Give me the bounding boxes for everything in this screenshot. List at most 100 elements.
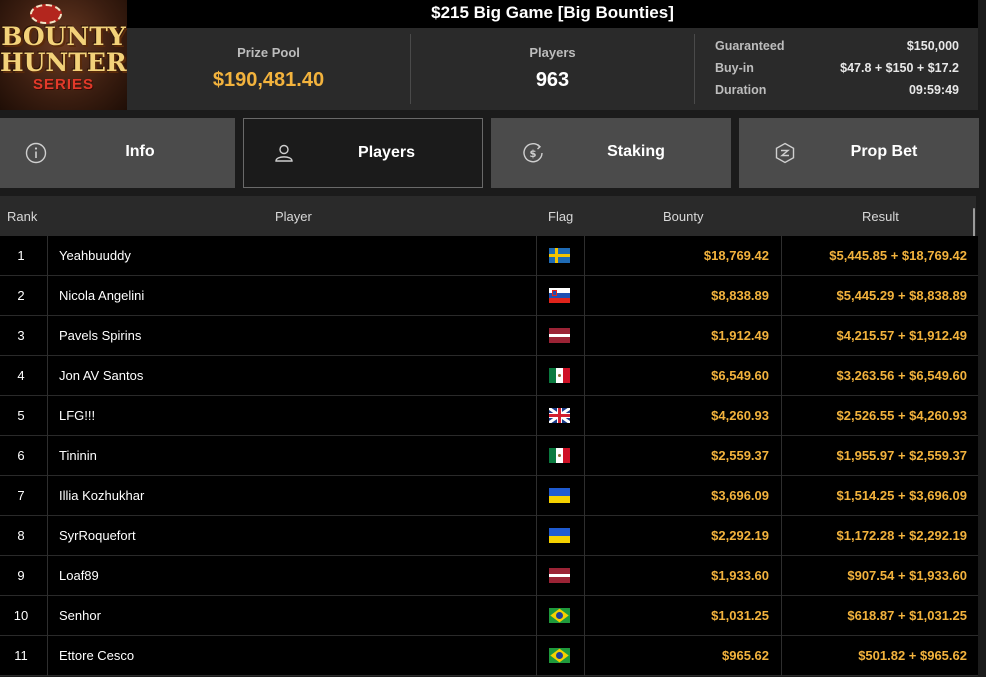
player-name[interactable]: Senhor [59,596,101,636]
column-divider [584,276,585,316]
tournament-header: BOUNTY HUNTERS SERIES $215 Big Game [Big… [0,0,986,110]
rank-cell: 2 [0,276,47,316]
tab-info-label: Info [125,143,155,160]
column-divider [47,396,48,436]
player-name[interactable]: Nicola Angelini [59,276,144,316]
prize-pool-value: $190,481.40 [212,69,325,91]
svg-text:$: $ [530,149,537,160]
player-name[interactable]: Pavels Spirins [59,316,141,356]
detail-key: Buy-in [715,61,754,75]
table-row[interactable]: 1 Yeahbuuddy $18,769.42 $5,445.85 + $18,769… [0,236,978,276]
rank-value: 9 [17,568,25,583]
column-divider [584,556,585,596]
player-name[interactable]: Loaf89 [59,556,99,596]
player-name[interactable]: Illia Kozhukhar [59,476,144,516]
flag-cell [537,236,584,276]
united-kingdom-flag-icon [549,408,570,423]
table-row[interactable]: 8 SyrRoquefort $2,292.19 $1,172.28 + $2,292… [0,516,978,556]
table-row[interactable]: 5 LFG!!! $4,260.93 $2,526.55 + $4,260.93 [0,396,978,436]
column-divider [47,516,48,556]
table-row[interactable]: 6 Tininin $2,559.37 $1,955.97 + $2,559.37 [0,436,978,476]
column-player[interactable]: Player [275,209,312,224]
table-row[interactable]: 10 Senhor $1,031.25 $618.87 + $1,031.25 [0,596,978,636]
detail-value: $47.8 + $150 + $17.2 [840,61,959,75]
column-divider [47,476,48,516]
result-value: $1,955.97 + $2,559.37 [836,448,967,463]
column-divider [47,636,48,676]
logo-line-1: BOUNTY [1,22,126,51]
bounty-value: $1,031.25 [711,608,769,623]
column-divider [584,436,585,476]
column-rank[interactable]: Rank [7,209,37,224]
detail-key: Guaranteed [715,39,785,53]
rank-cell: 5 [0,396,47,436]
flag-cell [537,396,584,436]
table-row[interactable]: 7 Illia Kozhukhar $3,696.09 $1,514.25 + $3,… [0,476,978,516]
stats-panel: Prize Pool $190,481.40 Players 963 Guara… [127,28,978,110]
flag-cell [537,356,584,396]
column-divider [584,316,585,356]
rank-value: 2 [17,288,25,303]
player-name[interactable]: Ettore Cesco [59,636,134,676]
tournament-details: Guaranteed $150,000 Buy-in $47.8 + $150 … [695,28,978,110]
player-name[interactable]: Tininin [59,436,97,476]
players-label: Players [529,45,576,60]
table-row[interactable]: 3 Pavels Spirins $1,912.49 $4,215.57 + $1,9… [0,316,978,356]
player-name[interactable]: Jon AV Santos [59,356,143,396]
rank-value: 4 [17,368,25,383]
prize-pool-stat: Prize Pool $190,481.40 [127,28,410,110]
players-stat: Players 963 [411,28,694,110]
logo-line-2: HUNTERS [0,48,127,77]
result-value: $2,526.55 + $4,260.93 [836,408,967,423]
tab-players[interactable]: Players [243,118,483,188]
column-flag[interactable]: Flag [548,209,573,224]
bounty-value: $965.62 [722,648,769,663]
result-value: $618.87 + $1,031.25 [847,608,967,623]
player-name[interactable]: SyrRoquefort [59,516,136,556]
rank-value: 6 [17,448,25,463]
flag-cell [537,316,584,356]
result-value: $4,215.57 + $1,912.49 [836,328,967,343]
flag-cell [537,516,584,556]
tab-prop-bet[interactable]: Prop Bet [739,118,979,188]
result-value: $907.54 + $1,933.60 [847,568,967,583]
mexico-flag-icon [549,448,570,463]
table-row[interactable]: 2 Nicola Angelini $8,838.89 $5,445.29 + $8,… [0,276,978,316]
column-divider [47,436,48,476]
column-divider [47,556,48,596]
column-divider [584,636,585,676]
result-value: $3,263.56 + $6,549.60 [836,368,967,383]
ukraine-flag-icon [549,528,570,543]
detail-row-duration: Duration 09:59:49 [715,83,959,99]
logo-line-3: SERIES [32,76,95,93]
table-row[interactable]: 4 Jon AV Santos $6,549.60 $3,263.56 + $6,54… [0,356,978,396]
tab-staking-label: Staking [607,143,665,160]
info-icon [25,142,47,164]
player-name[interactable]: Yeahbuuddy [59,236,131,276]
table-row[interactable]: 9 Loaf89 $1,933.60 $907.54 + $1,933.60 [0,556,978,596]
column-divider [584,396,585,436]
rank-value: 11 [14,648,28,663]
column-divider [584,476,585,516]
column-divider [584,596,585,636]
flag-cell [537,556,584,596]
bounty-value: $4,260.93 [711,408,769,423]
flag-cell [537,636,584,676]
column-bounty[interactable]: Bounty [663,209,703,224]
rank-cell: 9 [0,556,47,596]
mexico-flag-icon [549,368,570,383]
tab-prop-bet-label: Prop Bet [850,143,918,160]
tab-staking[interactable]: $ Staking [491,118,731,188]
result-value: $5,445.29 + $8,838.89 [836,288,967,303]
column-divider [47,276,48,316]
detail-key: Duration [715,83,767,97]
player-name[interactable]: LFG!!! [59,396,95,436]
column-result[interactable]: Result [862,209,899,224]
column-divider [584,236,585,276]
column-divider [47,596,48,636]
table-row[interactable]: 11 Ettore Cesco $965.62 $501.82 + $965.62 [0,636,978,676]
result-value: $1,172.28 + $2,292.19 [836,528,967,543]
bounty-value: $3,696.09 [711,488,769,503]
result-value: $1,514.25 + $3,696.09 [836,488,967,503]
tab-info[interactable]: Info [0,118,235,188]
